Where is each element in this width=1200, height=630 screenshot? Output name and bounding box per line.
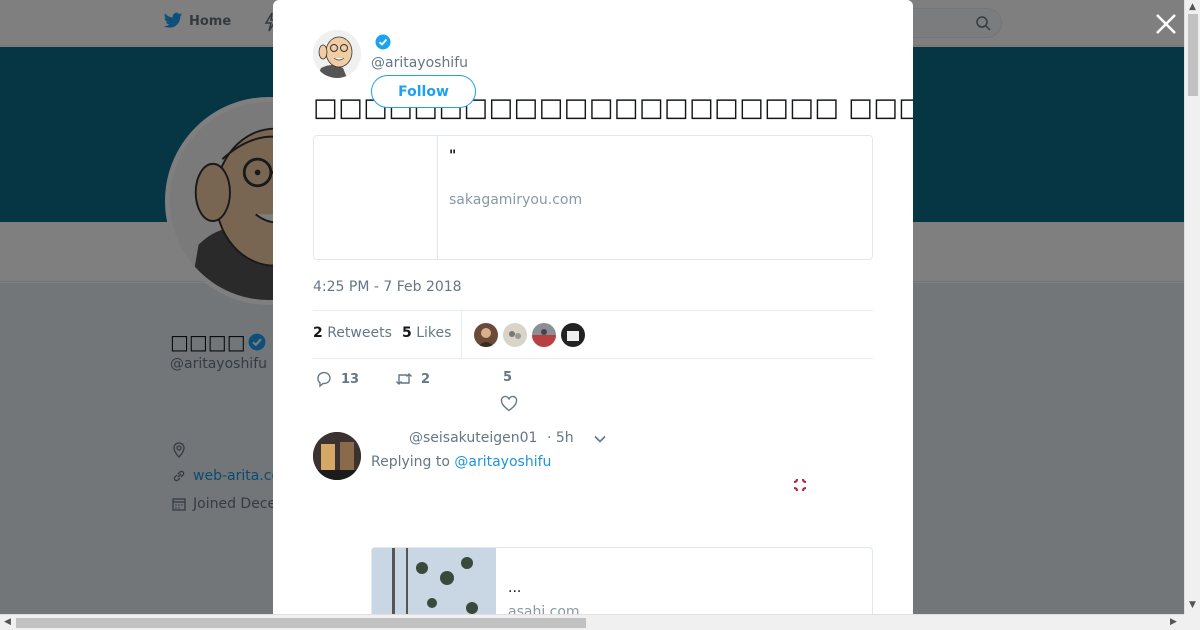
reply-action[interactable]: 13 (315, 370, 359, 388)
tweet-timestamp: 4:25 PM - 7 Feb 2018 (313, 279, 462, 295)
verified-badge-icon (375, 34, 391, 50)
reply-icon (317, 371, 331, 388)
retweet-count: 2 (421, 371, 431, 387)
reply-count: 13 (341, 371, 360, 387)
scroll-right-arrow-icon[interactable]: ▶ (1170, 617, 1177, 627)
retweets-stat[interactable]: 2 Retweets (313, 325, 392, 341)
reply-time[interactable]: · 5h (547, 430, 574, 446)
tweet-actions: 13 2 5 (313, 370, 873, 420)
stats-divider (461, 311, 462, 358)
vertical-scroll-thumb[interactable] (1188, 14, 1198, 96)
scrollbar-corner (1184, 614, 1200, 630)
likes-stat[interactable]: 5 Likes (402, 325, 451, 341)
likes-label: Likes (416, 325, 452, 341)
reply-card-domain: asahi.com (508, 604, 580, 614)
reply-card-image (372, 548, 496, 614)
like-count: 5 (503, 370, 513, 385)
horizontal-scroll-thumb[interactable] (16, 618, 586, 628)
author-handle[interactable]: @aritayoshifu (371, 55, 468, 71)
tweet-modal: @aritayoshifu □□□□□□□□□□□□□□□□□□□□□ □□□□… (273, 0, 913, 614)
vertical-scrollbar[interactable]: ▲ ▼ (1184, 0, 1200, 614)
retweet-icon (396, 373, 412, 385)
anger-symbol-icon (793, 478, 807, 492)
card-image (314, 136, 438, 259)
like-action[interactable] (500, 395, 518, 413)
likes-count: 5 (402, 325, 412, 341)
reply-author-avatar[interactable] (313, 432, 361, 480)
liker-avatar[interactable] (532, 323, 556, 347)
reply-card-title: ... (508, 580, 522, 596)
author-avatar[interactable] (313, 30, 361, 78)
scroll-up-arrow-icon[interactable]: ▲ (1189, 2, 1196, 12)
horizontal-scrollbar[interactable]: ◀ ▶ (0, 614, 1184, 630)
follow-button[interactable]: Follow (371, 75, 476, 108)
liker-avatar[interactable] (503, 323, 527, 347)
reply-link-card[interactable]: ... asahi.com (371, 547, 873, 614)
heart-icon (500, 395, 518, 412)
liker-avatar[interactable] (474, 323, 498, 347)
retweets-count: 2 (313, 325, 323, 341)
scroll-left-arrow-icon[interactable]: ◀ (4, 617, 11, 627)
card-title: " (449, 148, 457, 164)
reply-handle[interactable]: @seisakuteigen01 (409, 430, 537, 446)
replying-to: Replying to @aritayoshifu (371, 454, 551, 470)
like-count-label: 5 (503, 370, 512, 385)
replying-prefix: Replying to (371, 454, 450, 470)
retweet-action[interactable]: 2 (395, 370, 430, 388)
scroll-down-arrow-icon[interactable]: ▼ (1189, 600, 1196, 610)
replying-to-link[interactable]: @aritayoshifu (454, 454, 551, 470)
retweets-label: Retweets (327, 325, 392, 341)
close-icon[interactable] (1154, 12, 1178, 36)
liker-avatar[interactable] (561, 323, 585, 347)
chevron-down-icon[interactable] (593, 432, 607, 446)
link-card[interactable]: " sakagamiryou.com (313, 135, 873, 260)
tweet-stats: 2 Retweets 5 Likes (313, 310, 873, 359)
card-domain: sakagamiryou.com (449, 192, 583, 208)
